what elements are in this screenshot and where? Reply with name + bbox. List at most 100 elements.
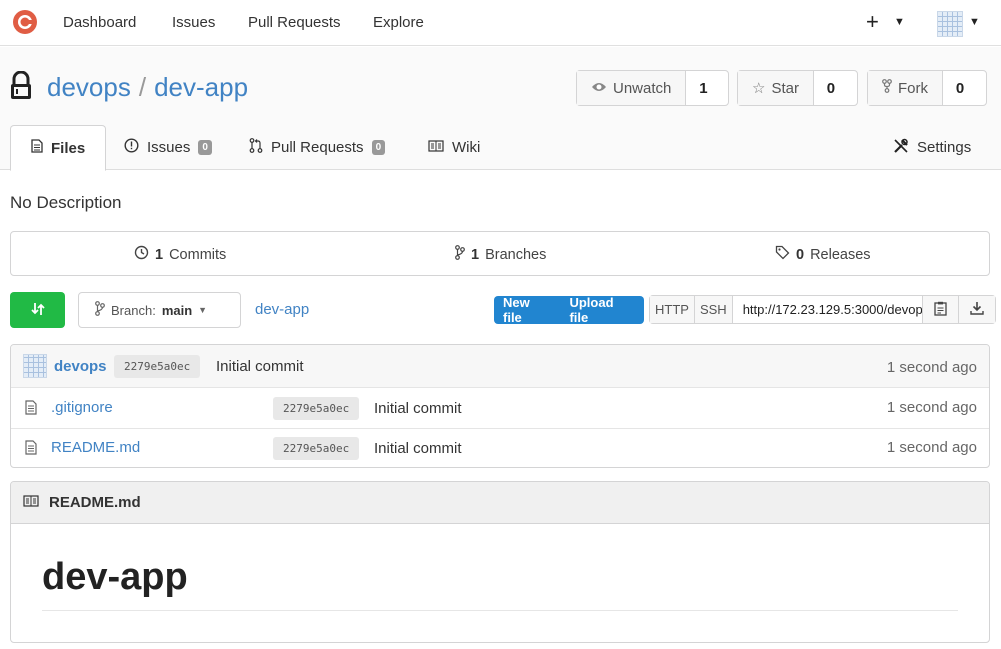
fork-button-group: Fork 0 xyxy=(867,70,987,106)
compare-pull-button[interactable] xyxy=(10,292,65,328)
commits-stat[interactable]: 1 Commits xyxy=(134,245,226,264)
commit-message[interactable]: Initial commit xyxy=(216,358,304,375)
http-button[interactable]: HTTP xyxy=(650,296,695,323)
tab-files-label: Files xyxy=(51,139,86,157)
copy-url-button[interactable] xyxy=(922,296,959,323)
star-icon: ☆ xyxy=(752,80,766,97)
commit-sha[interactable]: 2279e5a0ec xyxy=(273,397,360,420)
tab-wiki-label: Wiki xyxy=(452,139,481,156)
book-icon xyxy=(23,494,39,511)
branch-name: main xyxy=(161,302,193,318)
upload-file-button[interactable]: Upload file xyxy=(560,295,644,325)
create-new-button[interactable]: + xyxy=(866,9,879,35)
tools-icon xyxy=(893,138,909,158)
unwatch-label: Unwatch xyxy=(613,79,672,97)
commit-sha[interactable]: 2279e5a0ec xyxy=(273,437,360,460)
git-branch-icon xyxy=(455,245,465,264)
branches-label: Branches xyxy=(485,246,547,263)
book-icon xyxy=(428,139,444,156)
commit-time: 1 second ago xyxy=(886,399,977,416)
eye-icon xyxy=(591,80,607,97)
path-breadcrumb-link[interactable]: dev-app xyxy=(255,301,309,318)
branch-dropdown[interactable]: Branch: main ▼ xyxy=(78,292,241,328)
file-table: devops 2279e5a0ec Initial commit 1 secon… xyxy=(10,344,990,468)
table-row: README.md 2279e5a0ec Initial commit 1 se… xyxy=(11,429,989,467)
unwatch-button[interactable]: Unwatch xyxy=(577,71,687,105)
branch-prefix: Branch: xyxy=(111,302,156,318)
file-icon xyxy=(25,400,37,418)
fork-label: Fork xyxy=(898,79,928,97)
latest-commit-row: devops 2279e5a0ec Initial commit 1 secon… xyxy=(11,345,989,388)
user-avatar[interactable] xyxy=(937,11,963,37)
commit-time: 1 second ago xyxy=(886,359,977,376)
releases-count: 0 xyxy=(796,246,805,263)
unwatch-button-group: Unwatch 1 xyxy=(576,70,729,106)
commit-message[interactable]: Initial commit xyxy=(374,400,462,417)
branches-stat[interactable]: 1 Branches xyxy=(455,245,546,264)
table-row: .gitignore 2279e5a0ec Initial commit 1 s… xyxy=(11,389,989,429)
repo-name-link[interactable]: dev-app xyxy=(154,72,248,102)
download-icon xyxy=(969,301,984,318)
fork-icon xyxy=(882,79,892,97)
commit-message[interactable]: Initial commit xyxy=(374,440,462,457)
file-name-link[interactable]: README.md xyxy=(51,439,140,456)
readme-heading-divider xyxy=(42,610,958,611)
file-text-icon xyxy=(31,139,43,157)
tab-issues[interactable]: Issues 0 xyxy=(124,125,212,170)
commit-author-link[interactable]: devops xyxy=(54,358,107,375)
top-navbar: Dashboard Issues Pull Requests Explore +… xyxy=(0,0,1001,46)
create-caret-icon[interactable]: ▼ xyxy=(894,16,905,28)
releases-label: Releases xyxy=(810,246,871,263)
commit-sha[interactable]: 2279e5a0ec xyxy=(114,355,201,378)
author-avatar[interactable] xyxy=(23,354,47,378)
issue-opened-icon xyxy=(124,138,139,157)
tag-icon xyxy=(775,245,790,264)
download-button[interactable] xyxy=(958,296,995,323)
repo-title-separator: / xyxy=(138,72,147,102)
branches-count: 1 xyxy=(471,246,480,263)
nav-dashboard[interactable]: Dashboard xyxy=(63,14,136,31)
sync-icon xyxy=(30,301,46,320)
nav-pull-requests[interactable]: Pull Requests xyxy=(248,14,341,31)
tab-settings-label: Settings xyxy=(917,139,972,156)
star-button[interactable]: ☆ Star xyxy=(738,71,814,105)
releases-stat[interactable]: 0 Releases xyxy=(775,245,871,264)
clone-url-input[interactable]: http://172.23.129.5:3000/devops/dev-app.… xyxy=(733,296,923,323)
watch-count[interactable]: 1 xyxy=(686,71,720,105)
git-pull-request-icon xyxy=(249,138,263,157)
commits-label: Commits xyxy=(169,246,227,263)
star-label: Star xyxy=(771,79,799,97)
repo-title: devops / dev-app xyxy=(47,72,248,103)
readme-heading: dev-app xyxy=(42,556,188,598)
readme-panel: README.md dev-app xyxy=(10,481,990,643)
pulls-count-badge: 0 xyxy=(371,140,386,155)
user-caret-icon[interactable]: ▼ xyxy=(969,16,980,28)
repo-stats-bar: 1 Commits 1 Branches 0 Releases xyxy=(10,231,990,276)
issues-count-badge: 0 xyxy=(198,140,212,155)
dropdown-caret-icon: ▼ xyxy=(198,305,208,315)
file-action-buttons: New file Upload file xyxy=(494,295,644,325)
nav-issues[interactable]: Issues xyxy=(172,14,215,31)
tab-settings[interactable]: Settings xyxy=(893,125,971,170)
fork-count[interactable]: 0 xyxy=(943,71,977,105)
nav-explore[interactable]: Explore xyxy=(373,14,424,31)
tab-wiki[interactable]: Wiki xyxy=(428,125,480,170)
ssh-button[interactable]: SSH xyxy=(694,296,733,323)
new-file-button[interactable]: New file xyxy=(494,295,560,325)
tab-pull-requests-label: Pull Requests xyxy=(271,139,364,156)
file-icon xyxy=(25,440,37,458)
fork-button[interactable]: Fork xyxy=(868,71,943,105)
star-count[interactable]: 0 xyxy=(814,71,848,105)
clipboard-icon xyxy=(934,301,947,319)
clone-panel: HTTP SSH http://172.23.129.5:3000/devops… xyxy=(649,295,996,324)
commits-count: 1 xyxy=(155,246,164,263)
file-name-link[interactable]: .gitignore xyxy=(51,399,113,416)
gitea-logo-icon[interactable] xyxy=(12,9,38,35)
repo-owner-link[interactable]: devops xyxy=(47,72,131,102)
lock-icon xyxy=(9,70,33,104)
git-branch-icon xyxy=(95,301,105,319)
tab-files[interactable]: Files xyxy=(10,125,107,171)
tab-pull-requests[interactable]: Pull Requests 0 xyxy=(249,125,386,170)
history-icon xyxy=(134,245,149,264)
tab-issues-label: Issues xyxy=(147,139,191,156)
